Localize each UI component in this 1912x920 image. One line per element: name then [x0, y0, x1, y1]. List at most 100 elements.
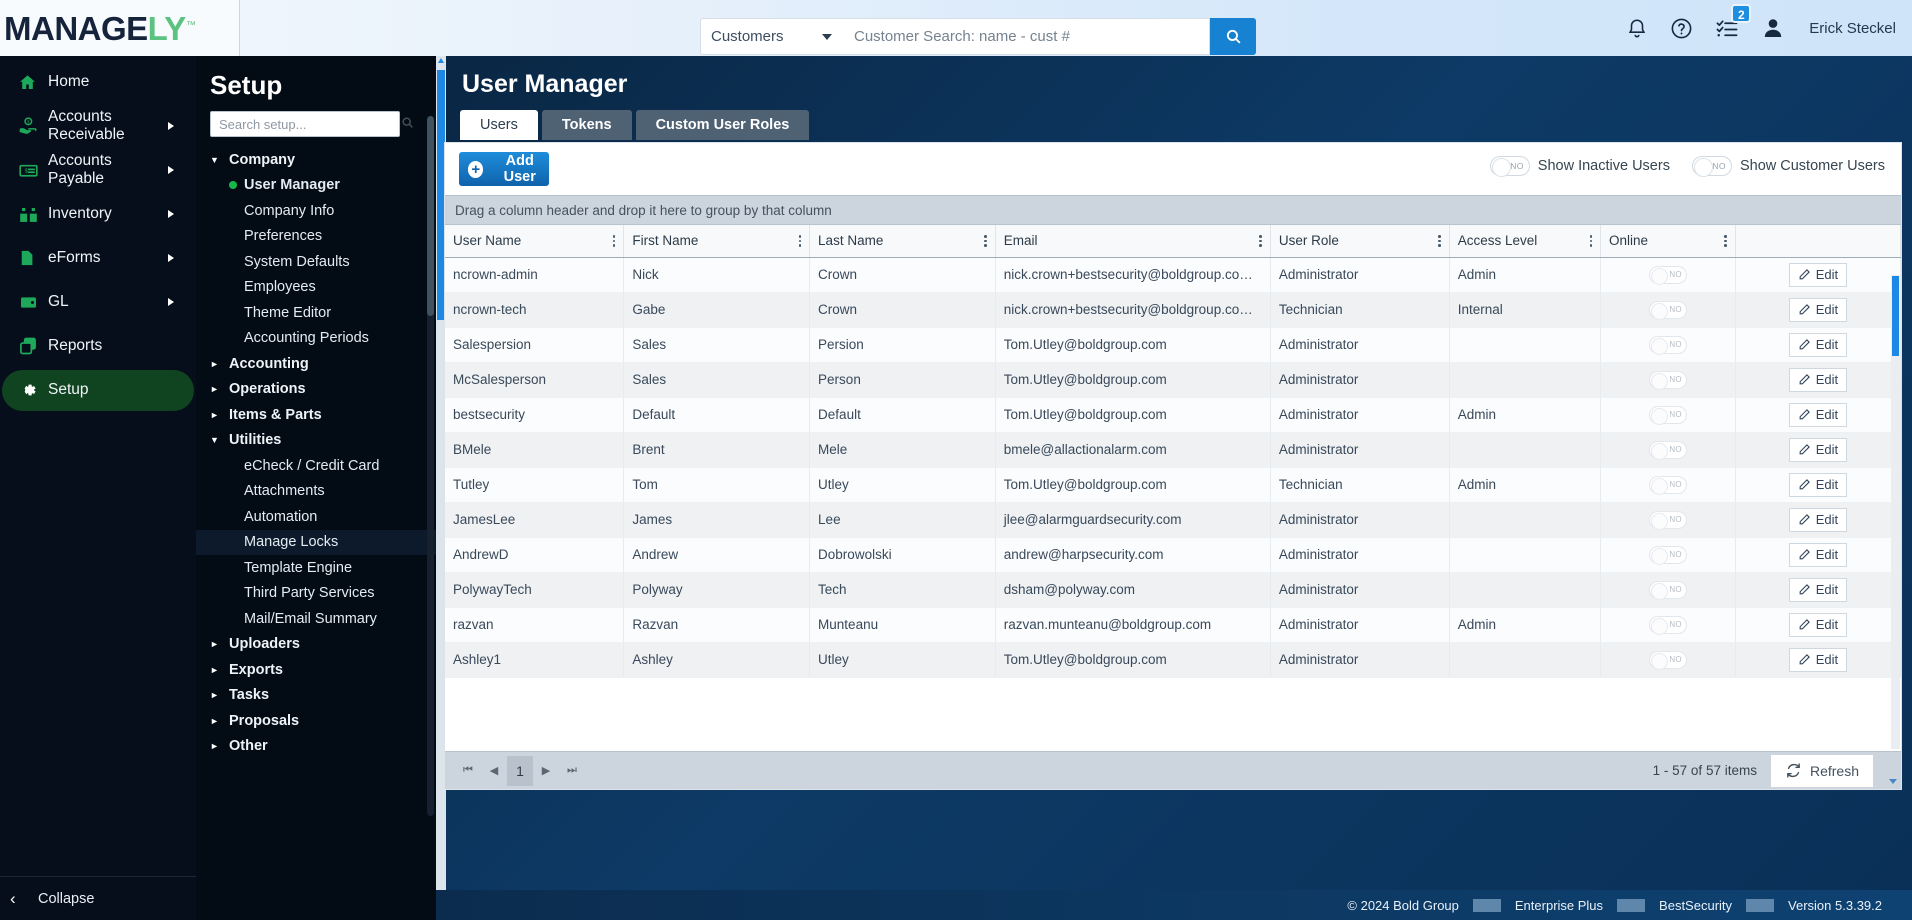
tree-group-utilities[interactable]: ▼ Utilities — [196, 428, 436, 454]
edit-button[interactable]: Edit — [1788, 472, 1847, 497]
edit-button[interactable]: Edit — [1788, 437, 1847, 462]
column-menu-icon[interactable] — [1584, 235, 1593, 247]
user-avatar-button[interactable] — [1761, 16, 1785, 40]
last-page-button[interactable]: ⏭ — [559, 758, 585, 784]
table-row[interactable]: McSalesperson Sales Person Tom.Utley@boldgr… — [445, 362, 1902, 398]
edit-button[interactable]: Edit — [1788, 402, 1847, 427]
refresh-button[interactable]: Refresh — [1770, 754, 1873, 787]
online-toggle[interactable]: NO — [1648, 440, 1687, 460]
nav-item-eforms[interactable]: eForms — [2, 238, 194, 279]
column-header-last-name[interactable]: Last Name — [809, 225, 996, 258]
next-page-button[interactable]: ▶ — [533, 758, 559, 784]
tab-custom-user-roles[interactable]: Custom User Roles — [635, 110, 810, 140]
group-by-dropzone[interactable]: Drag a column header and drop it here to… — [445, 195, 1901, 225]
online-toggle[interactable]: NO — [1648, 650, 1687, 670]
column-menu-icon[interactable] — [1718, 235, 1727, 247]
column-menu-icon[interactable] — [978, 235, 987, 247]
table-scrollbar[interactable] — [1891, 275, 1900, 749]
add-user-button[interactable]: + Add User — [459, 152, 549, 186]
tab-tokens[interactable]: Tokens — [541, 110, 632, 140]
edit-button[interactable]: Edit — [1788, 507, 1847, 532]
tab-users[interactable]: Users — [460, 110, 538, 140]
setup-panel-scrollbar[interactable] — [427, 116, 434, 816]
tree-group-uploaders[interactable]: ► Uploaders — [196, 632, 436, 658]
notifications-button[interactable] — [1626, 17, 1648, 40]
edit-button[interactable]: Edit — [1788, 297, 1847, 322]
table-row[interactable]: Tutley Tom Utley Tom.Utley@boldgroup.com Tec… — [445, 467, 1902, 503]
online-toggle[interactable]: NO — [1648, 475, 1687, 495]
show-inactive-users-toggle[interactable]: NO — [1489, 156, 1530, 177]
tree-group-proposals[interactable]: ► Proposals — [196, 708, 436, 734]
tree-leaf-employees[interactable]: Employees — [196, 275, 436, 301]
first-page-button[interactable]: ⏮ — [455, 758, 481, 784]
tree-leaf-third-party-services[interactable]: Third Party Services — [196, 581, 436, 607]
online-toggle[interactable]: NO — [1648, 300, 1687, 320]
table-row[interactable]: BMele Brent Mele bmele@allactionalarm.com Ad… — [445, 432, 1902, 468]
tree-leaf-mail-email-summary[interactable]: Mail/Email Summary — [196, 606, 436, 632]
online-toggle[interactable]: NO — [1648, 580, 1687, 600]
tree-leaf-preferences[interactable]: Preferences — [196, 224, 436, 250]
tree-group-accounting[interactable]: ► Accounting — [196, 351, 436, 377]
scroll-down-arrow-icon[interactable] — [1889, 778, 1897, 784]
nav-item-gl[interactable]: GL — [2, 282, 194, 323]
edit-button[interactable]: Edit — [1788, 577, 1847, 602]
page-number-button[interactable]: 1 — [507, 755, 533, 786]
column-header-user-role[interactable]: User Role — [1270, 225, 1450, 258]
column-menu-icon[interactable] — [1432, 235, 1441, 247]
column-header-online[interactable]: Online — [1600, 225, 1736, 258]
tree-leaf-attachments[interactable]: Attachments — [196, 479, 436, 505]
tree-leaf-template-engine[interactable]: Template Engine — [196, 555, 436, 581]
column-header-email[interactable]: Email — [995, 225, 1271, 258]
table-row[interactable]: razvan Razvan Munteanu razvan.munteanu@bold… — [445, 607, 1902, 643]
scrollbar-thumb[interactable] — [1892, 276, 1899, 356]
nav-item-home[interactable]: Home — [2, 62, 194, 103]
nav-item-setup[interactable]: Setup — [2, 369, 194, 411]
column-header-access-level[interactable]: Access Level — [1449, 225, 1602, 258]
tree-group-other[interactable]: ► Other — [196, 734, 436, 760]
edit-button[interactable]: Edit — [1788, 542, 1847, 567]
table-row[interactable]: PolywayTech Polyway Tech dsham@polyway.com A… — [445, 572, 1902, 608]
column-header-first-name[interactable]: First Name — [623, 225, 811, 258]
edit-button[interactable]: Edit — [1788, 367, 1847, 392]
nav-item-accounts-receivable[interactable]: $ Accounts Receivable — [2, 106, 194, 147]
tree-leaf-company-info[interactable]: Company Info — [196, 198, 436, 224]
online-toggle[interactable]: NO — [1648, 545, 1687, 565]
online-toggle[interactable]: NO — [1648, 615, 1687, 635]
setup-search-input[interactable] — [210, 111, 400, 137]
table-row[interactable]: AndrewD Andrew Dobrowolski andrew@harpsecur… — [445, 537, 1902, 573]
edit-button[interactable]: Edit — [1788, 647, 1847, 672]
nav-item-reports[interactable]: Reports — [2, 326, 194, 367]
tree-leaf-system-defaults[interactable]: System Defaults — [196, 249, 436, 275]
tree-leaf-automation[interactable]: Automation — [196, 504, 436, 530]
table-row[interactable]: ncrown-admin Nick Crown nick.crown+bestsecu… — [445, 257, 1902, 293]
table-row[interactable]: ncrown-tech Gabe Crown nick.crown+bestsecur… — [445, 292, 1902, 328]
column-menu-icon[interactable] — [1253, 235, 1262, 247]
tree-leaf-echeck-credit-card[interactable]: eCheck / Credit Card — [196, 453, 436, 479]
tasks-button[interactable]: 2 — [1715, 3, 1752, 40]
edit-button[interactable]: Edit — [1788, 262, 1847, 287]
edit-button[interactable]: Edit — [1788, 332, 1847, 357]
nav-item-inventory[interactable]: Inventory — [2, 194, 194, 235]
help-button[interactable] — [1670, 17, 1693, 40]
online-toggle[interactable]: NO — [1648, 335, 1687, 355]
app-logo[interactable]: MANAGELY™ — [0, 0, 240, 56]
tree-group-items-parts[interactable]: ► Items & Parts — [196, 402, 436, 428]
column-menu-icon[interactable] — [607, 235, 616, 247]
scroll-up-arrow-icon[interactable] — [438, 58, 444, 63]
tree-leaf-user-manager[interactable]: User Manager — [196, 173, 436, 199]
tree-group-exports[interactable]: ► Exports — [196, 657, 436, 683]
column-menu-icon[interactable] — [793, 235, 802, 247]
tree-leaf-manage-locks[interactable]: Manage Locks — [196, 529, 436, 555]
column-header-user-name[interactable]: User Name — [445, 225, 625, 258]
search-button[interactable] — [1210, 18, 1256, 55]
table-row[interactable]: Salespersion Sales Persion Tom.Utley@boldgr… — [445, 327, 1902, 363]
table-row[interactable]: JamesLee James Lee jlee@alarmguardsecurity.… — [445, 502, 1902, 538]
table-row[interactable]: Ashley1 Ashley Utley Tom.Utley@boldgroup.co… — [445, 642, 1902, 678]
online-toggle[interactable]: NO — [1648, 405, 1687, 425]
tree-group-company[interactable]: ▼ Company — [196, 147, 436, 173]
tree-group-operations[interactable]: ► Operations — [196, 377, 436, 403]
show-customer-users-toggle[interactable]: NO — [1691, 156, 1732, 177]
table-row[interactable]: bestsecurity Default Default Tom.Utley@bold… — [445, 397, 1902, 433]
edit-button[interactable]: Edit — [1788, 612, 1847, 637]
collapse-sidebar-button[interactable]: ‹ Collapse — [0, 876, 196, 920]
